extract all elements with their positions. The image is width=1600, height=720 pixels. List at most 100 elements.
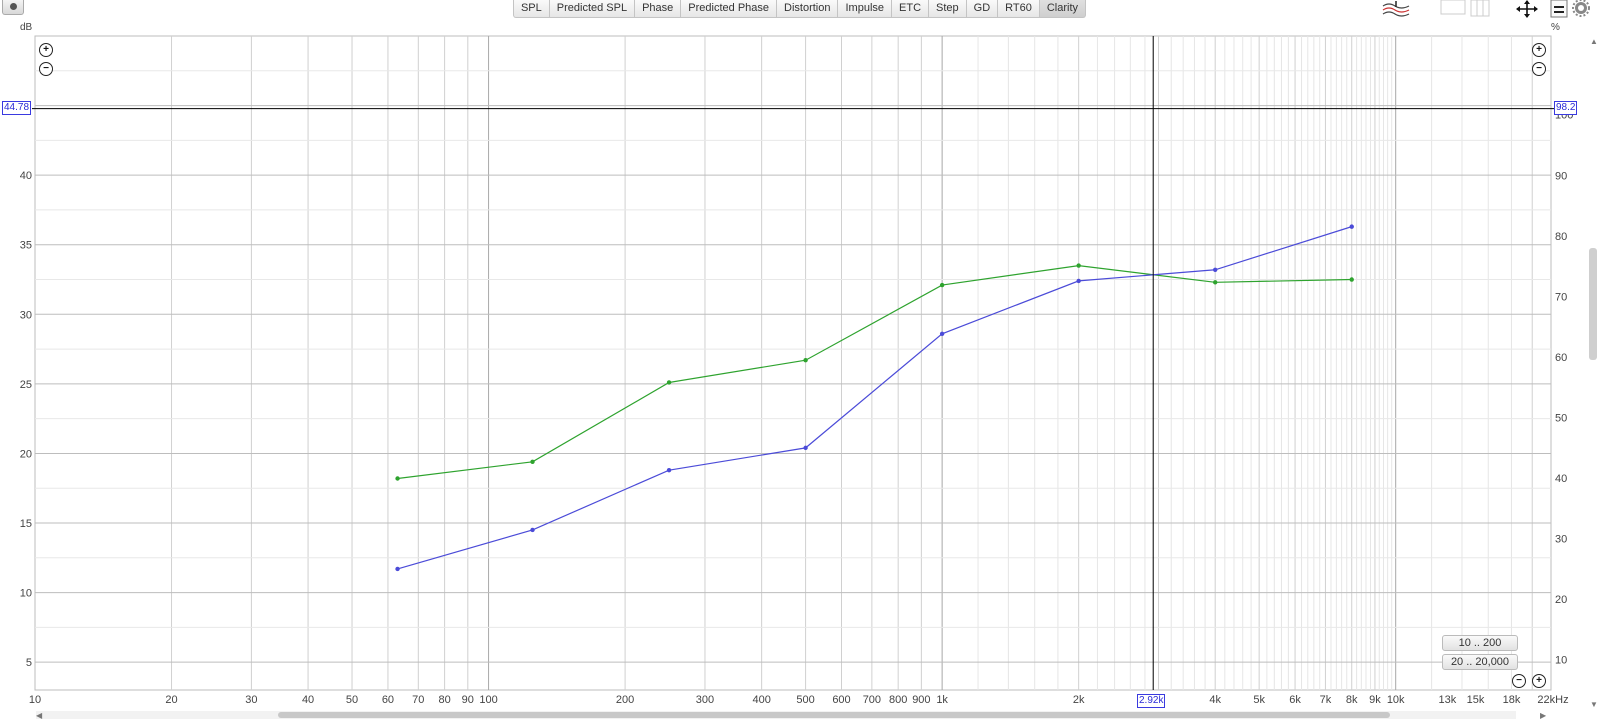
traces-icon[interactable] (1381, 0, 1411, 18)
series-point-0 (1349, 277, 1354, 282)
tab-spl[interactable]: SPL (512, 0, 550, 18)
gear-icon[interactable] (1572, 0, 1590, 18)
x-tick-label: 200 (616, 694, 634, 706)
tab-phase[interactable]: Phase (634, 0, 682, 18)
range-10-200-button[interactable]: 10 .. 200 (1442, 635, 1518, 651)
series-point-0 (1076, 263, 1081, 268)
scroll-right-icon[interactable]: ▶ (1540, 711, 1546, 720)
tab-gd[interactable]: GD (965, 0, 999, 18)
tab-distortion[interactable]: Distortion (776, 0, 839, 18)
zoom-out-x-icon[interactable]: − (1512, 674, 1526, 688)
x-tick-label: 100 (479, 694, 497, 706)
series-point-1 (1212, 267, 1218, 272)
zoom-in-left-icon[interactable]: + (39, 43, 53, 57)
y-axis-unit-right: % (1551, 22, 1560, 33)
series-line-0 (397, 264, 1352, 480)
controls-icon[interactable] (1550, 0, 1568, 18)
graph-tab-bar: SPL Predicted SPL Phase Predicted Phase Dist… (0, 0, 1600, 18)
series-point-0 (803, 358, 808, 363)
x-tick-label: 80 (438, 694, 450, 706)
x-tick-label: 2k (1073, 694, 1085, 706)
cursor-value-left: 44.78 (2, 101, 32, 115)
layout-single-icon[interactable] (1440, 0, 1466, 18)
scroll-up-icon[interactable]: ▲ (1590, 37, 1598, 46)
x-tick-label: 9k (1369, 694, 1381, 706)
scroll-down-icon[interactable]: ▼ (1590, 700, 1598, 709)
tab-rt60[interactable]: RT60 (997, 0, 1040, 18)
x-tick-label: 15k (1467, 694, 1485, 706)
x-tick-label: 10 (29, 694, 41, 706)
zoom-in-x-icon[interactable]: + (1532, 674, 1546, 688)
x-tick-label: 800 (889, 694, 907, 706)
y-left-tick-label: 10 (20, 588, 32, 600)
series-point-0 (1212, 280, 1218, 285)
x-tick-label: 400 (752, 694, 770, 706)
y-left-tick-label: 15 (20, 518, 32, 530)
x-tick-label: 600 (832, 694, 850, 706)
tab-etc[interactable]: ETC (891, 0, 930, 18)
x-axis-end-label: 22kHz (1537, 694, 1568, 706)
tab-step[interactable]: Step (928, 0, 967, 18)
y-right-tick-label: 10 (1555, 655, 1567, 667)
x-tick-label: 8k (1346, 694, 1358, 706)
y-left-tick-label: 35 (20, 240, 32, 252)
series-point-0 (939, 282, 945, 288)
y-right-tick-label: 30 (1555, 534, 1567, 546)
horizontal-scrollbar[interactable] (36, 711, 1516, 719)
plot-area (34, 35, 1552, 691)
series-point-0 (395, 476, 400, 481)
scroll-left-icon[interactable]: ◀ (36, 711, 42, 720)
cursor-value-right: 98.2 (1554, 101, 1578, 115)
tab-predicted-spl[interactable]: Predicted SPL (548, 0, 636, 18)
y-right-tick-label: 70 (1555, 291, 1567, 303)
y-right-tick-label: 60 (1555, 352, 1567, 364)
zoom-in-right-icon[interactable]: + (1532, 43, 1546, 57)
x-tick-label: 300 (696, 694, 714, 706)
series-point-1 (530, 527, 535, 533)
series-point-0 (666, 380, 672, 385)
vertical-scrollbar-thumb[interactable] (1589, 248, 1597, 360)
range-20-20000-button[interactable]: 20 .. 20,000 (1442, 654, 1518, 670)
series-line-1 (397, 226, 1352, 570)
x-tick-label: 500 (796, 694, 814, 706)
x-tick-label: 1k (936, 694, 948, 706)
x-tick-label: 10k (1387, 694, 1405, 706)
x-tick-label: 70 (412, 694, 424, 706)
zoom-out-right-icon[interactable]: − (1532, 62, 1546, 76)
vertical-scrollbar[interactable] (1588, 36, 1598, 676)
series-point-0 (530, 459, 535, 464)
tab-clarity[interactable]: Clarity (1038, 0, 1087, 18)
series-point-1 (395, 566, 400, 572)
x-tick-label: 7k (1320, 694, 1332, 706)
chart-plot[interactable]: 10 20 30 40 50 60 70 80 90 100 200 300 400 500 600 700 8… (0, 0, 1600, 720)
x-tick-label: 90 (462, 694, 474, 706)
x-tick-label: 30 (245, 694, 257, 706)
y-right-tick-label: 80 (1555, 231, 1567, 243)
x-tick-label: 13k (1438, 694, 1456, 706)
x-tick-label: 20 (165, 694, 177, 706)
y-left-tick-label: 5 (26, 657, 32, 669)
x-tick-label: 60 (382, 694, 394, 706)
x-tick-label: 700 (863, 694, 881, 706)
y-right-tick-label: 90 (1555, 170, 1567, 182)
x-tick-label: 18k (1503, 694, 1521, 706)
y-right-tick-label: 20 (1555, 594, 1567, 606)
series-point-1 (939, 331, 945, 336)
y-right-tick-label: 50 (1555, 413, 1567, 425)
tab-predicted-phase[interactable]: Predicted Phase (680, 0, 778, 18)
move-arrows-icon[interactable] (1514, 0, 1540, 18)
graph-menu-button[interactable] (2, 0, 24, 15)
y-left-tick-label: 30 (20, 309, 32, 321)
y-axis-unit-left: dB (20, 22, 33, 33)
x-tick-label: 900 (912, 694, 930, 706)
y-left-tick-label: 40 (20, 170, 32, 182)
horizontal-scrollbar-thumb[interactable] (278, 712, 1390, 718)
layout-columns-icon[interactable] (1470, 0, 1490, 18)
series-point-1 (1349, 224, 1354, 229)
series-point-1 (803, 445, 808, 451)
x-tick-label: 6k (1289, 694, 1301, 706)
x-tick-label: 4k (1209, 694, 1221, 706)
zoom-out-left-icon[interactable]: − (39, 62, 53, 76)
tab-impulse[interactable]: Impulse (837, 0, 893, 18)
x-tick-label: 5k (1253, 694, 1265, 706)
